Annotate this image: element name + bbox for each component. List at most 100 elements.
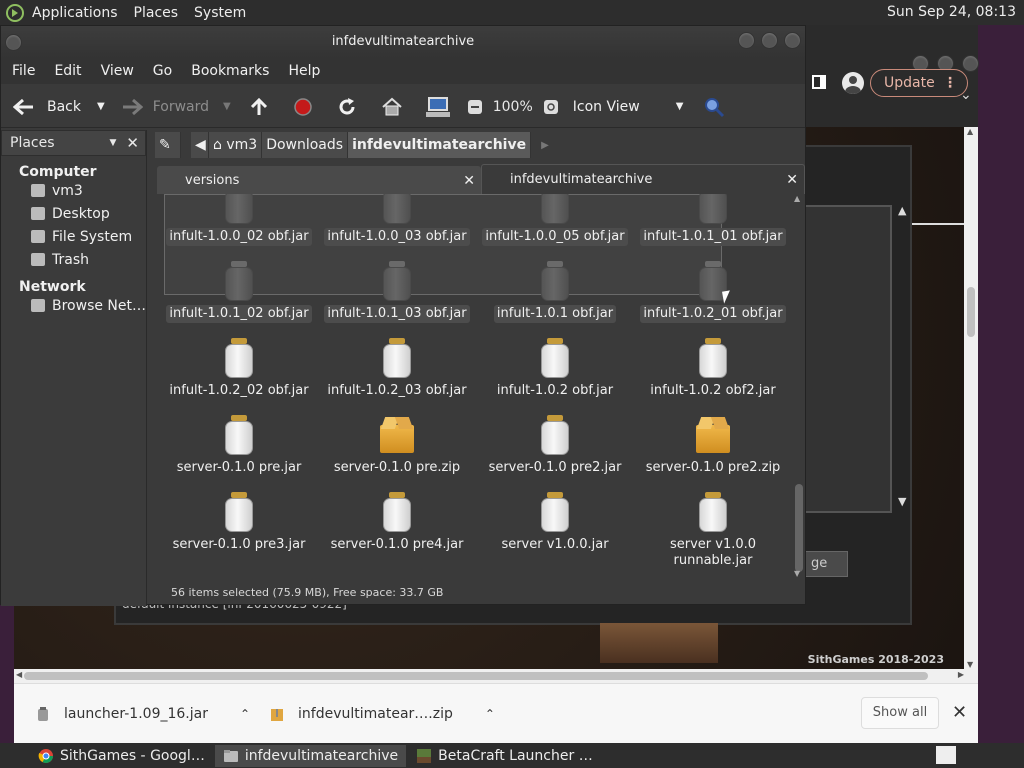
path-scroll-right-icon[interactable]: ▶ <box>541 140 549 151</box>
file-item[interactable]: infult-1.0.1_03 obf.jar <box>317 261 477 323</box>
breadcrumb-vm3[interactable]: ⌂ vm3 <box>209 132 263 158</box>
sidebar-item-browse-network[interactable]: Browse Net… <box>1 294 146 317</box>
tab-infdevultimatearchive[interactable]: infdevultimatearchive ✕ <box>481 164 805 194</box>
scroll-left-icon[interactable]: ◀ <box>16 670 22 679</box>
download-item[interactable]: launcher-1.09_16.jar ⌃ <box>36 684 250 744</box>
zoom-in-button[interactable] <box>539 92 563 122</box>
scroll-right-icon[interactable]: ▶ <box>958 670 964 679</box>
file-item[interactable]: infult-1.0.0_05 obf.jar <box>475 194 635 246</box>
home-button[interactable] <box>377 92 407 122</box>
zoom-out-button[interactable] <box>463 92 487 122</box>
file-item[interactable]: server-0.1.0 pre.jar <box>159 415 319 477</box>
task-chrome[interactable]: SithGames - Googl… <box>30 745 213 767</box>
file-view-scrollbar[interactable]: ▲ ▼ <box>793 194 805 578</box>
tab-versions[interactable]: versions ✕ <box>157 166 481 196</box>
scroll-up-icon[interactable]: ▲ <box>898 204 906 217</box>
show-all-button[interactable]: Show all <box>861 697 939 729</box>
window-titlebar[interactable]: infdevultimatearchive <box>1 26 805 58</box>
file-item[interactable]: server-0.1.0 pre2.jar <box>475 415 635 477</box>
window-menu-icon[interactable] <box>5 34 22 51</box>
search-button[interactable] <box>699 92 729 122</box>
up-button[interactable] <box>245 92 273 122</box>
file-item[interactable]: infult-1.0.2 obf2.jar <box>633 338 793 400</box>
close-icon[interactable]: ✕ <box>952 702 967 723</box>
profile-avatar-icon[interactable] <box>842 72 864 94</box>
close-tab-icon[interactable]: ✕ <box>786 165 798 195</box>
breadcrumb-current[interactable]: infdevultimatearchive <box>348 132 532 158</box>
update-button[interactable]: Update ⋮ <box>870 69 968 97</box>
minimize-icon[interactable] <box>738 32 755 49</box>
menu-help[interactable]: Help <box>288 63 320 79</box>
file-item[interactable]: infult-1.0.1_01 obf.jar <box>633 194 793 246</box>
chevron-up-icon[interactable]: ⌃ <box>240 707 250 721</box>
computer-button[interactable] <box>421 92 455 122</box>
close-tab-icon[interactable]: ✕ <box>463 166 475 196</box>
scrollbar-thumb[interactable] <box>967 287 975 337</box>
window-title: infdevultimatearchive <box>331 34 475 49</box>
file-item[interactable]: infult-1.0.2_03 obf.jar <box>317 338 477 400</box>
places-menu[interactable]: Places <box>134 5 179 21</box>
task-file-manager[interactable]: infdevultimatearchive <box>214 744 407 767</box>
scrollbar-thumb[interactable] <box>24 672 928 680</box>
scroll-up-icon[interactable]: ▲ <box>967 127 973 136</box>
view-mode-select[interactable]: Icon View ▼ <box>569 92 688 122</box>
forward-button[interactable]: Forward ▼ <box>117 92 235 122</box>
scroll-up-icon[interactable]: ▲ <box>794 194 800 203</box>
scroll-down-icon[interactable]: ▼ <box>794 569 800 578</box>
file-item[interactable]: server v1.0.0 runnable.jar <box>633 492 793 570</box>
page-horizontal-scrollbar[interactable]: ◀ ▶ <box>14 669 978 683</box>
file-item[interactable]: server-0.1.0 pre2.zip <box>633 415 793 477</box>
maximize-icon[interactable] <box>761 32 778 49</box>
back-history-dropdown-icon[interactable]: ▼ <box>97 101 105 112</box>
file-item[interactable]: server-0.1.0 pre4.jar <box>317 492 477 554</box>
menu-go[interactable]: Go <box>153 63 172 79</box>
reload-button[interactable] <box>333 92 361 122</box>
file-item[interactable]: server-0.1.0 pre3.jar <box>159 492 319 554</box>
scroll-down-icon[interactable]: ▼ <box>898 495 906 508</box>
scrollbar-thumb[interactable] <box>795 484 803 572</box>
sidebar-item-file-system[interactable]: File System <box>1 225 146 248</box>
workspace-switcher-icon[interactable] <box>936 746 956 764</box>
path-scroll-left-icon[interactable]: ◀ <box>191 132 209 158</box>
file-item[interactable]: infult-1.0.2 obf.jar <box>475 338 635 400</box>
menu-bookmarks[interactable]: Bookmarks <box>191 63 269 79</box>
stop-button[interactable] <box>289 92 317 122</box>
file-item[interactable]: infult-1.0.1 obf.jar <box>475 261 635 323</box>
sidebar-header[interactable]: Places ▼ ✕ <box>1 130 146 156</box>
home-folder-icon <box>31 184 45 197</box>
dropdown-arrow-icon[interactable]: ▼ <box>110 138 117 148</box>
file-item[interactable]: infult-1.0.1_02 obf.jar <box>159 261 319 323</box>
applications-menu[interactable]: Applications <box>32 5 118 21</box>
sidebar-item-desktop[interactable]: Desktop <box>1 202 146 225</box>
breadcrumb-downloads[interactable]: Downloads <box>262 132 349 158</box>
more-options-icon[interactable]: ⋮ <box>943 70 957 96</box>
file-icon-view[interactable]: infult-1.0.0_02 obf.jar infult-1.0.0_03 o… <box>157 194 793 578</box>
page-vertical-scrollbar[interactable]: ▲ ▼ <box>964 127 978 669</box>
side-panel-icon[interactable] <box>812 75 826 89</box>
file-item[interactable]: infult-1.0.0_03 obf.jar <box>317 194 477 246</box>
location-toggle-icon[interactable]: ✎ <box>155 132 181 158</box>
file-item[interactable]: infult-1.0.0_02 obf.jar <box>159 194 319 246</box>
close-icon[interactable] <box>962 55 979 72</box>
back-button[interactable]: Back ▼ <box>9 92 109 122</box>
mate-logo-icon[interactable] <box>6 3 24 22</box>
forward-history-dropdown-icon[interactable]: ▼ <box>223 101 231 112</box>
menu-edit[interactable]: Edit <box>54 63 81 79</box>
file-item[interactable]: infult-1.0.2_02 obf.jar <box>159 338 319 400</box>
scroll-down-icon[interactable]: ▼ <box>967 660 973 669</box>
chevron-up-icon[interactable]: ⌃ <box>485 707 495 721</box>
system-menu[interactable]: System <box>194 5 246 21</box>
edit-instance-button[interactable]: ge <box>804 551 848 577</box>
download-item[interactable]: infdevultimatear….zip ⌃ <box>270 684 495 744</box>
close-icon[interactable] <box>784 32 801 49</box>
sidebar-item-vm3[interactable]: vm3 <box>1 179 146 202</box>
clock[interactable]: Sun Sep 24, 08:13 <box>887 4 1016 20</box>
sidebar-item-trash[interactable]: Trash <box>1 248 146 271</box>
task-betacraft[interactable]: BetaCraft Launcher … <box>408 745 601 767</box>
menu-view[interactable]: View <box>101 63 134 79</box>
menu-file[interactable]: File <box>12 63 35 79</box>
close-sidebar-icon[interactable]: ✕ <box>126 134 139 152</box>
file-item[interactable]: server-0.1.0 pre.zip <box>317 415 477 477</box>
file-item[interactable]: server v1.0.0.jar <box>475 492 635 554</box>
file-item[interactable]: infult-1.0.2_01 obf.jar <box>633 261 793 323</box>
